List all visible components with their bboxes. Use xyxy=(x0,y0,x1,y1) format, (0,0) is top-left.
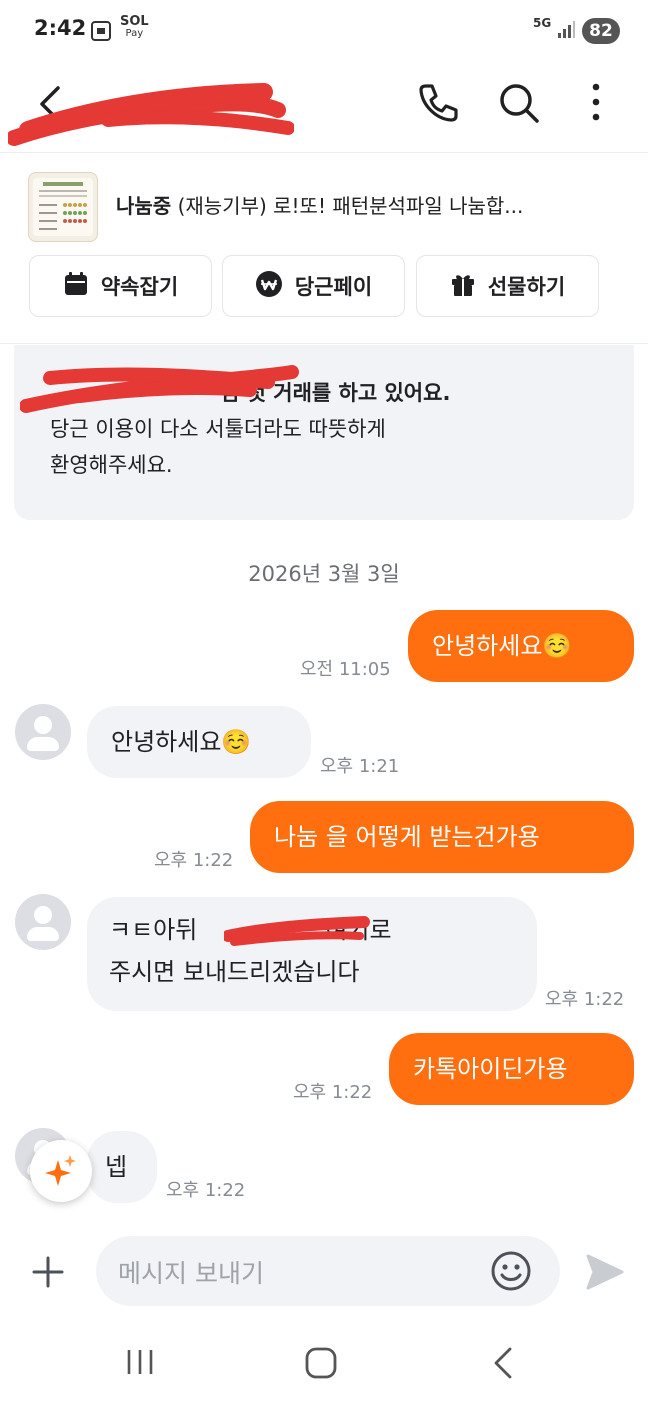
message-time: 오후 1:21 xyxy=(320,756,400,777)
more-menu-button[interactable] xyxy=(586,82,606,126)
gift-icon xyxy=(450,271,476,302)
battery-indicator: 82 xyxy=(582,18,620,44)
notice-name-redaction xyxy=(19,358,300,422)
product-title: (재능기부) 로!또! 패턴분석파일 나눔합... xyxy=(177,194,524,218)
message-time: 오전 11:05 xyxy=(300,659,391,680)
header-divider xyxy=(0,343,648,344)
pay-label: Pay xyxy=(125,28,144,39)
message-incoming[interactable]: 넵 xyxy=(87,1131,157,1203)
message-outgoing[interactable]: 나눔 을 어떻게 받는건가용 xyxy=(250,801,634,873)
message-input-placeholder: 메시지 보내기 xyxy=(118,1259,264,1288)
message-outgoing[interactable]: 안녕하세요☺️ xyxy=(408,610,634,682)
partner-avatar[interactable] xyxy=(15,894,71,950)
chat-header xyxy=(0,60,648,153)
daangn-pay-label: 당근페이 xyxy=(294,275,373,299)
gift-button[interactable]: 선물하기 xyxy=(416,255,599,317)
daangn-pay-button[interactable]: 당근페이 xyxy=(222,255,405,317)
product-summary[interactable]: 나눔중 (재능기부) 로!또! 패턴분석파일 나눔합... xyxy=(116,190,616,219)
gift-label: 선물하기 xyxy=(487,275,566,299)
message-incoming[interactable]: 안녕하세요☺️ xyxy=(87,706,311,778)
message-line-1-start: ㅋㅌ아뒤 xyxy=(109,916,198,944)
sol-label: SOL xyxy=(120,14,149,29)
message-text: 넵 xyxy=(105,1153,128,1181)
back-nav-button[interactable] xyxy=(490,1346,518,1384)
screenshot-icon xyxy=(90,20,112,46)
attach-plus-button[interactable] xyxy=(30,1254,66,1294)
message-time: 오후 1:22 xyxy=(293,1082,373,1103)
message-text: 안녕하세요☺️ xyxy=(111,728,252,756)
message-line-2: 주시면 보내드리겠습니다 xyxy=(109,958,360,986)
message-id-redaction xyxy=(222,914,370,952)
status-bar: 2:42 SOL Pay 5G 82 xyxy=(0,0,648,60)
search-button[interactable] xyxy=(496,80,542,130)
message-time: 오후 1:22 xyxy=(166,1180,246,1201)
emoji-button[interactable] xyxy=(490,1250,532,1296)
system-nav-bar xyxy=(0,1320,648,1404)
partner-avatar[interactable] xyxy=(15,704,71,760)
notice-line-3: 환영해주세요. xyxy=(50,453,173,477)
message-outgoing[interactable]: 카톡아이딘가용 xyxy=(389,1033,634,1105)
partner-name-redacted xyxy=(6,80,295,150)
appointment-label: 약속잡기 xyxy=(100,275,179,299)
message-time: 오후 1:22 xyxy=(545,989,625,1010)
recent-apps-button[interactable] xyxy=(124,1346,156,1382)
message-text: 나눔 을 어떻게 받는건가용 xyxy=(274,823,540,851)
sol-pay-icon: SOL Pay xyxy=(120,14,149,40)
message-text: 안녕하세요☺️ xyxy=(432,632,573,660)
signal-icon xyxy=(556,20,576,44)
product-status: 나눔중 xyxy=(116,194,172,218)
product-thumbnail[interactable] xyxy=(28,172,98,242)
date-divider: 2026년 3월 3일 xyxy=(248,562,400,586)
appointment-button[interactable]: 약속잡기 xyxy=(29,255,212,317)
home-button[interactable] xyxy=(304,1346,338,1384)
message-text: 카톡아이딘가용 xyxy=(413,1055,568,1083)
network-5g-icon: 5G xyxy=(533,16,552,30)
clock: 2:42 xyxy=(34,16,87,40)
message-input[interactable]: 메시지 보내기 xyxy=(96,1236,560,1306)
send-button[interactable] xyxy=(585,1252,625,1296)
phone-call-button[interactable] xyxy=(416,80,460,128)
sparkle-icon xyxy=(44,1154,78,1192)
calendar-icon xyxy=(63,271,89,302)
daangn-pay-icon xyxy=(255,270,283,303)
message-time: 오후 1:22 xyxy=(154,850,234,871)
ai-assistant-button[interactable] xyxy=(30,1140,92,1202)
